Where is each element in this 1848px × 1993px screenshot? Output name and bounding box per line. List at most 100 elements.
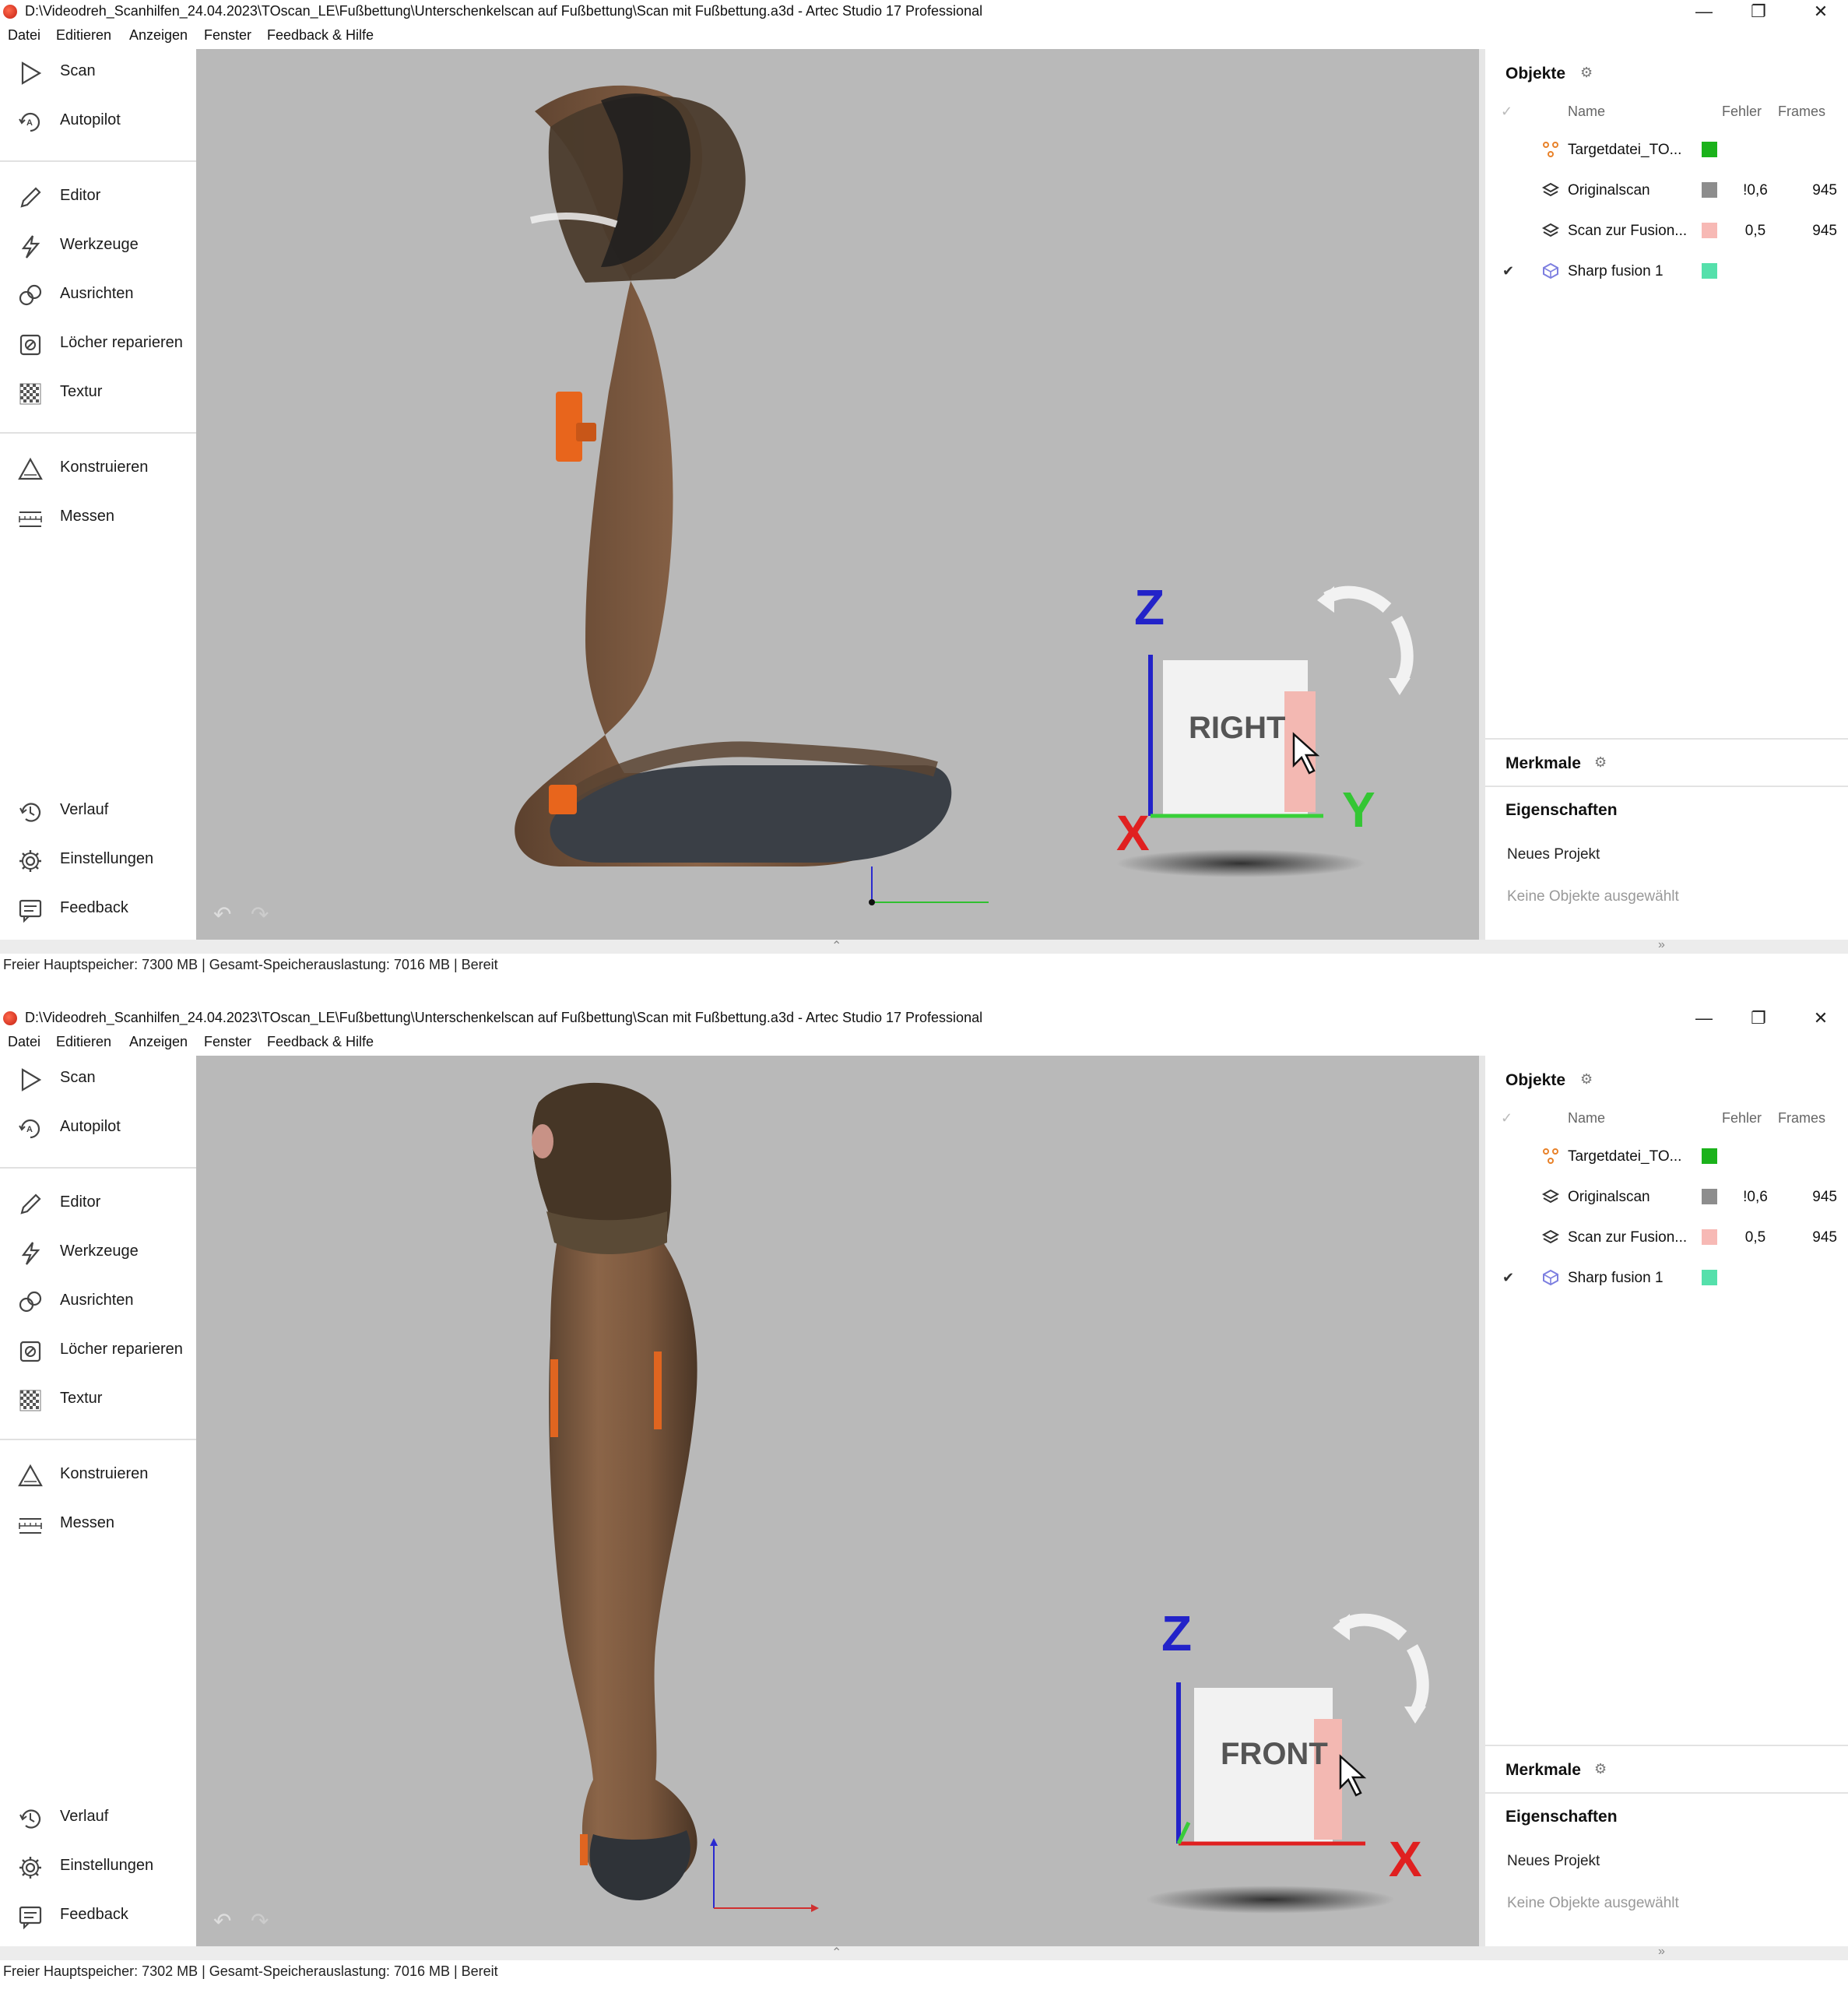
- object-name: Scan zur Fusion...: [1568, 1229, 1688, 1246]
- sidebar-item-scan[interactable]: Scan: [0, 1057, 196, 1101]
- sidebar-item-editor[interactable]: Editor: [0, 175, 196, 219]
- sidebar-item-textur[interactable]: Textur: [0, 1378, 196, 1422]
- sidebar-item-konstruieren[interactable]: Konstruieren: [0, 1453, 196, 1497]
- object-row[interactable]: Targetdatei_TO...: [1485, 1137, 1848, 1178]
- menu-fenster[interactable]: Fenster: [204, 27, 251, 44]
- sidebar-item-autopilot[interactable]: Autopilot: [0, 1106, 196, 1150]
- menu-fenster[interactable]: Fenster: [204, 1034, 251, 1050]
- object-color-swatch[interactable]: [1702, 142, 1717, 157]
- sidebar-item-konstruieren[interactable]: Konstruieren: [0, 447, 196, 490]
- sidebar-item-feedback[interactable]: Feedback: [0, 1894, 196, 1938]
- column-header-fehler[interactable]: Fehler: [1722, 104, 1762, 120]
- sidebar-label: Messen: [60, 508, 115, 525]
- axis-y-label: Y: [1342, 782, 1375, 838]
- object-row[interactable]: ✔ Sharp fusion 1: [1485, 1259, 1848, 1299]
- origin-gizmo[interactable]: [869, 866, 989, 905]
- gear-icon[interactable]: ⚙: [1580, 65, 1593, 81]
- menu-feedback-hilfe[interactable]: Feedback & Hilfe: [267, 27, 374, 44]
- sidebar-label: Löcher reparieren: [60, 334, 183, 351]
- object-color-swatch[interactable]: [1702, 182, 1717, 198]
- column-header-fehler[interactable]: Fehler: [1722, 1110, 1762, 1127]
- viewport-canvas[interactable]: [196, 49, 1479, 940]
- merkmale-title[interactable]: Merkmale: [1505, 1761, 1581, 1780]
- menu-anzeigen[interactable]: Anzeigen: [129, 1034, 188, 1050]
- 3d-viewport[interactable]: FRONT Z X ↶ ↷: [196, 1056, 1479, 1946]
- object-row[interactable]: ✔ Sharp fusion 1: [1485, 252, 1848, 293]
- visibility-check-icon[interactable]: ✔: [1502, 1270, 1514, 1286]
- visibility-check-icon[interactable]: ✔: [1502, 263, 1514, 279]
- gear-icon[interactable]: ⚙: [1580, 1071, 1593, 1088]
- close-button[interactable]: ✕: [1794, 1007, 1848, 1031]
- objects-panel-title: Objekte: [1505, 65, 1566, 83]
- object-row[interactable]: Targetdatei_TO...: [1485, 131, 1848, 171]
- object-row[interactable]: Scan zur Fusion... 0,5 945: [1485, 212, 1848, 252]
- object-row[interactable]: Originalscan !0,6 945: [1485, 171, 1848, 212]
- restore-button[interactable]: ❐: [1731, 1007, 1786, 1031]
- redo-icon[interactable]: ↷: [251, 903, 274, 926]
- menu-editieren[interactable]: Editieren: [56, 27, 111, 44]
- object-color-swatch[interactable]: [1702, 1148, 1717, 1164]
- sidebar-item-autopilot[interactable]: Autopilot: [0, 100, 196, 143]
- merkmale-title[interactable]: Merkmale: [1505, 754, 1581, 773]
- sidebar-item-ausrichten[interactable]: Ausrichten: [0, 1280, 196, 1323]
- sidebar-item-scan[interactable]: Scan: [0, 51, 196, 94]
- minimize-button[interactable]: —: [1677, 1007, 1731, 1031]
- object-color-swatch[interactable]: [1702, 223, 1717, 238]
- undo-icon[interactable]: ↶: [213, 1910, 237, 1933]
- redo-icon[interactable]: ↷: [251, 1910, 274, 1933]
- menu-feedback-hilfe[interactable]: Feedback & Hilfe: [267, 1034, 374, 1050]
- object-row[interactable]: Scan zur Fusion... 0,5 945: [1485, 1218, 1848, 1259]
- 3d-viewport[interactable]: RIGHT Z X Y ↶ ↷: [196, 49, 1479, 940]
- pencil-icon: [20, 187, 41, 208]
- menu-anzeigen[interactable]: Anzeigen: [129, 27, 188, 44]
- sidebar-item-werkzeuge[interactable]: Werkzeuge: [0, 1231, 196, 1274]
- object-name: Targetdatei_TO...: [1568, 1148, 1682, 1165]
- sidebar-item-loecher-reparieren[interactable]: Löcher reparieren: [0, 1329, 196, 1373]
- sidebar-item-verlauf[interactable]: Verlauf: [0, 789, 196, 833]
- column-header-name[interactable]: Name: [1568, 1110, 1605, 1127]
- gear-icon[interactable]: ⚙: [1594, 1761, 1607, 1777]
- menu-datei[interactable]: Datei: [8, 1034, 40, 1050]
- sidebar-item-loecher-reparieren[interactable]: Löcher reparieren: [0, 322, 196, 366]
- sidebar-item-verlauf[interactable]: Verlauf: [0, 1796, 196, 1840]
- sidebar-item-werkzeuge[interactable]: Werkzeuge: [0, 224, 196, 268]
- object-color-swatch[interactable]: [1702, 1270, 1717, 1285]
- panel-collapse-button[interactable]: »: [1658, 938, 1665, 952]
- sidebar-item-einstellungen[interactable]: Einstellungen: [0, 838, 196, 882]
- column-header-name[interactable]: Name: [1568, 104, 1605, 120]
- leg-scan-model[interactable]: [532, 1082, 697, 1900]
- sidebar-item-messen[interactable]: Messen: [0, 1503, 196, 1546]
- panel-collapse-button[interactable]: »: [1658, 1945, 1665, 1959]
- sidebar-item-feedback[interactable]: Feedback: [0, 888, 196, 931]
- sidebar-item-ausrichten[interactable]: Ausrichten: [0, 273, 196, 317]
- sidebar-item-textur[interactable]: Textur: [0, 371, 196, 415]
- sidebar-item-einstellungen[interactable]: Einstellungen: [0, 1845, 196, 1889]
- origin-gizmo[interactable]: [710, 1838, 819, 1912]
- viewport-collapse-button[interactable]: ⌃: [831, 938, 841, 954]
- column-header-frames[interactable]: Frames: [1778, 1110, 1825, 1127]
- menu-editieren[interactable]: Editieren: [56, 1034, 111, 1050]
- viewport-collapse-button[interactable]: ⌃: [831, 1945, 841, 1960]
- minimize-button[interactable]: —: [1677, 0, 1731, 24]
- sidebar-item-editor[interactable]: Editor: [0, 1182, 196, 1225]
- objects-panel-title: Objekte: [1505, 1071, 1566, 1089]
- sidebar: Scan Autopilot Editor Werkzeuge Ausricht…: [0, 1056, 196, 1964]
- column-header-frames[interactable]: Frames: [1778, 104, 1825, 120]
- gear-icon[interactable]: ⚙: [1594, 754, 1607, 771]
- undo-icon[interactable]: ↶: [213, 903, 237, 926]
- sidebar-item-messen[interactable]: Messen: [0, 496, 196, 540]
- object-color-swatch[interactable]: [1702, 1229, 1717, 1245]
- object-frames: 945: [1812, 1229, 1837, 1246]
- gear-icon: [18, 849, 43, 873]
- close-button[interactable]: ✕: [1794, 0, 1848, 24]
- panel-divider: [1485, 786, 1848, 787]
- object-color-swatch[interactable]: [1702, 263, 1717, 279]
- object-frames: 945: [1812, 182, 1837, 199]
- menu-datei[interactable]: Datei: [8, 27, 40, 44]
- leg-scan-model[interactable]: [515, 85, 952, 866]
- object-row[interactable]: Originalscan !0,6 945: [1485, 1178, 1848, 1218]
- object-color-swatch[interactable]: [1702, 1189, 1717, 1204]
- layers-icon: [1541, 181, 1560, 199]
- restore-button[interactable]: ❐: [1731, 0, 1786, 24]
- viewport-canvas[interactable]: [196, 1056, 1479, 1946]
